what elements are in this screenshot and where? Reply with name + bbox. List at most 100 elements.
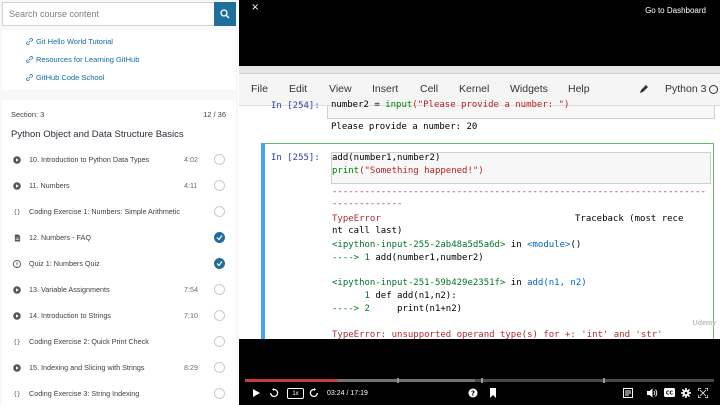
video-progress-bar[interactable] bbox=[245, 378, 714, 383]
completion-checkbox[interactable] bbox=[214, 284, 225, 295]
traceback-code: def add(n1,n2): bbox=[375, 291, 457, 301]
code-line: number2 = input("Please provide a number… bbox=[331, 100, 569, 110]
menu-help[interactable]: Help bbox=[568, 83, 590, 95]
menu-view[interactable]: View bbox=[329, 83, 352, 95]
completion-checkbox[interactable] bbox=[214, 336, 225, 347]
lecture-title: 10. Introduction to Python Data Types bbox=[29, 155, 150, 164]
lecture-duration: 7:54 bbox=[184, 285, 198, 294]
transcript-button[interactable] bbox=[623, 388, 633, 398]
gear-icon bbox=[681, 388, 691, 398]
kernel-name: Python 3 bbox=[665, 83, 707, 95]
link-icon bbox=[26, 74, 33, 81]
search-icon bbox=[220, 9, 230, 19]
lecture-duration: 4:11 bbox=[184, 181, 198, 190]
menu-cell[interactable]: Cell bbox=[420, 83, 438, 95]
code-braces-icon: {} bbox=[13, 338, 21, 346]
menu-edit[interactable]: Edit bbox=[289, 83, 307, 95]
traceback-code: print(n1+n2) bbox=[375, 304, 463, 314]
link-icon bbox=[26, 56, 33, 63]
settings-button[interactable] bbox=[681, 388, 691, 398]
search-button[interactable] bbox=[214, 2, 236, 26]
course-sidebar: Git Hello World Tutorial Resources for L… bbox=[0, 0, 238, 405]
section-panel: Section: 3 12 / 36 Python Object and Dat… bbox=[2, 100, 236, 405]
bookmark-icon bbox=[490, 388, 496, 398]
fullscreen-button[interactable] bbox=[698, 388, 708, 398]
video-player[interactable]: × Go to Dashboard File Edit View Insert … bbox=[239, 0, 720, 405]
transcript-icon bbox=[623, 388, 633, 398]
forward-button[interactable] bbox=[309, 388, 319, 398]
resource-link-git-hello-world[interactable]: Git Hello World Tutorial bbox=[26, 37, 113, 46]
forward-icon bbox=[309, 388, 319, 398]
completion-checkbox[interactable] bbox=[214, 258, 225, 269]
menu-kernel[interactable]: Kernel bbox=[459, 83, 489, 95]
resource-link-learning-github[interactable]: Resources for Learning GitHub bbox=[26, 55, 139, 64]
resource-label: GitHub Code School bbox=[36, 73, 105, 82]
menu-widgets[interactable]: Widgets bbox=[510, 83, 548, 95]
traceback-num: ----> 2 bbox=[332, 304, 376, 314]
error-message: TypeError: unsupported operand type(s) f… bbox=[332, 330, 663, 339]
lecture-item[interactable]: {} Coding Exercise 3: String Indexing bbox=[2, 381, 236, 405]
fullscreen-icon bbox=[698, 388, 708, 398]
traceback-line: 1 def add(n1,n2): bbox=[332, 291, 457, 301]
quiz-icon bbox=[13, 260, 21, 268]
play-icon bbox=[253, 389, 260, 397]
play-circle-icon bbox=[13, 156, 21, 164]
traceback-line: ----> 2 print(n1+n2) bbox=[332, 304, 462, 314]
completion-checkbox[interactable] bbox=[214, 388, 225, 399]
lecture-item[interactable]: 12. Numbers - FAQ bbox=[2, 225, 236, 251]
lecture-item[interactable]: 15. Indexing and Slicing with Strings 8:2… bbox=[2, 355, 236, 381]
code-braces-icon: {} bbox=[13, 390, 21, 398]
lecture-item[interactable]: 10. Introduction to Python Data Types 4:0… bbox=[2, 147, 236, 173]
lecture-title: 12. Numbers - FAQ bbox=[29, 233, 91, 242]
link-icon bbox=[26, 38, 33, 45]
lecture-item[interactable]: 14. Introduction to Strings 7:10 bbox=[2, 303, 236, 329]
section-title[interactable]: Python Object and Data Structure Basics bbox=[11, 129, 184, 140]
completion-checkbox[interactable] bbox=[214, 154, 225, 165]
volume-button[interactable] bbox=[647, 388, 658, 398]
playback-speed-button[interactable]: 1x bbox=[287, 388, 304, 399]
play-button[interactable] bbox=[251, 388, 261, 398]
lecture-item[interactable]: {} Coding Exercise 1: Numbers: Simple Ari… bbox=[2, 199, 236, 225]
traceback-input: <ipython-input-255-2ab48a5d5a6d> bbox=[332, 240, 506, 250]
close-button[interactable]: × bbox=[251, 2, 259, 13]
menu-file[interactable]: File bbox=[251, 83, 268, 95]
error-name: TypeError bbox=[332, 214, 381, 224]
traceback-frame: <ipython-input-251-59b429e2351f> in add(… bbox=[332, 278, 587, 288]
captions-button[interactable]: CC bbox=[664, 388, 675, 397]
resources-list: Git Hello World Tutorial Resources for L… bbox=[2, 30, 236, 90]
rewind-button[interactable] bbox=[269, 388, 279, 398]
lecture-item[interactable]: {} Coding Exercise 2: Quick Print Check bbox=[2, 329, 236, 355]
completion-checkbox[interactable] bbox=[214, 180, 225, 191]
go-to-dashboard-link[interactable]: Go to Dashboard bbox=[645, 6, 706, 15]
resource-link-github-code-school[interactable]: GitHub Code School bbox=[26, 73, 104, 82]
completion-checkbox[interactable] bbox=[214, 232, 225, 243]
search-bar bbox=[2, 2, 236, 26]
udemy-watermark: Udemy bbox=[692, 320, 716, 327]
pencil-icon[interactable] bbox=[639, 84, 649, 94]
resource-label: Git Hello World Tutorial bbox=[36, 37, 113, 46]
help-button[interactable]: ? bbox=[468, 388, 478, 398]
completion-checkbox[interactable] bbox=[214, 362, 225, 373]
search-input[interactable] bbox=[2, 2, 214, 26]
lecture-item[interactable]: Quiz 1: Numbers Quiz bbox=[2, 251, 236, 277]
code-line: print("Something happened!") bbox=[332, 166, 484, 176]
bookmark-button[interactable] bbox=[489, 388, 497, 398]
cell-output: Please provide a number: 20 bbox=[331, 122, 478, 132]
traceback-module: <module> bbox=[527, 240, 571, 250]
lecture-item[interactable]: 11. Numbers 4:11 bbox=[2, 173, 236, 199]
volume-icon bbox=[647, 388, 658, 398]
lecture-title: Coding Exercise 1: Numbers: Simple Arith… bbox=[29, 207, 180, 216]
traceback-code: add(number1,number2) bbox=[375, 253, 484, 263]
lecture-item[interactable]: 13. Variable Assignments 7:54 bbox=[2, 277, 236, 303]
completion-checkbox[interactable] bbox=[214, 206, 225, 217]
cell-prompt: In [254]: bbox=[271, 101, 320, 111]
lecture-title: Quiz 1: Numbers Quiz bbox=[29, 259, 100, 268]
check-icon bbox=[216, 261, 223, 267]
completion-checkbox[interactable] bbox=[214, 310, 225, 321]
traceback-args: (n1, n2) bbox=[543, 278, 587, 288]
code-braces-icon: {} bbox=[13, 208, 21, 216]
resource-label: Resources for Learning GitHub bbox=[36, 55, 140, 64]
time-readout: 03:24 / 17:19 bbox=[327, 390, 368, 397]
menu-insert[interactable]: Insert bbox=[372, 83, 398, 95]
lecture-duration: 4:02 bbox=[184, 155, 198, 164]
